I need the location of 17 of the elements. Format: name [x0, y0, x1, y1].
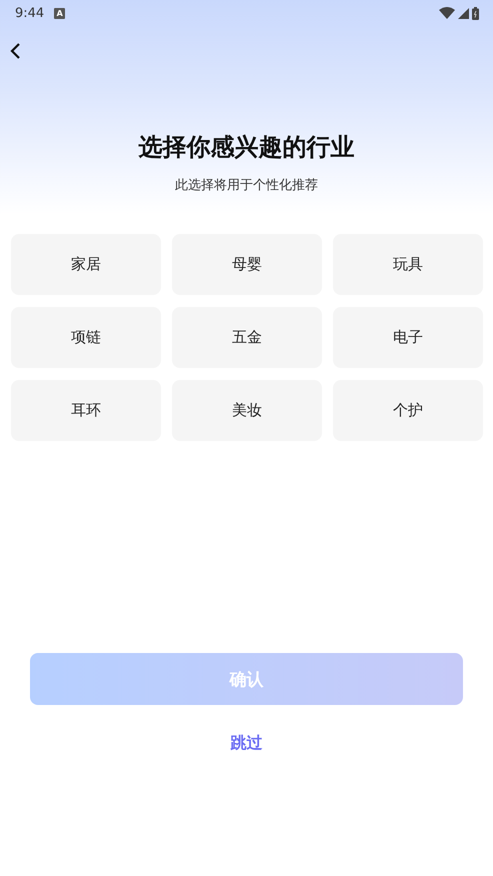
industry-option[interactable]: 玩具: [333, 234, 483, 295]
skip-link[interactable]: 跳过: [230, 733, 262, 754]
industry-option[interactable]: 五金: [172, 307, 322, 368]
industry-option[interactable]: 家居: [11, 234, 161, 295]
wifi-icon: [439, 7, 455, 19]
industry-option[interactable]: 母婴: [172, 234, 322, 295]
industry-option[interactable]: 美妆: [172, 380, 322, 441]
page-title: 选择你感兴趣的行业: [138, 132, 356, 162]
signal-icon: [458, 8, 469, 18]
industry-option[interactable]: 项链: [11, 307, 161, 368]
industry-option[interactable]: 耳环: [11, 380, 161, 441]
battery-icon: [472, 6, 479, 20]
industry-option[interactable]: 个护: [333, 380, 483, 441]
notification-icon: A: [54, 8, 66, 18]
industry-option[interactable]: 电子: [333, 307, 483, 368]
page-subtitle: 此选择将用于个性化推荐: [174, 177, 319, 194]
status-time: 9:44: [15, 6, 44, 20]
